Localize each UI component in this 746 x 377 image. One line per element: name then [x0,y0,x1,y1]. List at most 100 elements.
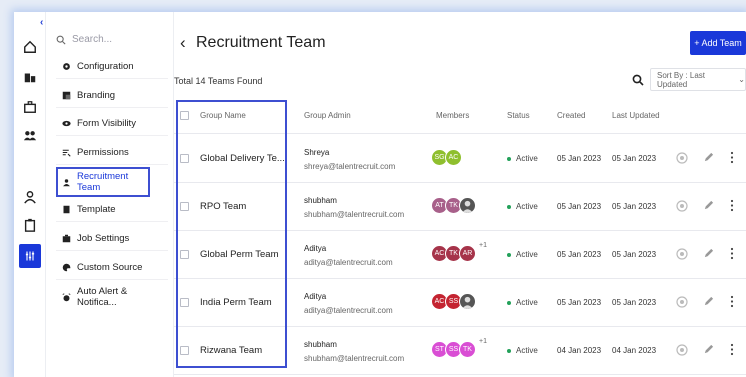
view-icon[interactable] [676,152,688,164]
created-date: 05 Jan 2023 [557,250,602,259]
admin-email: shubham@talentrecruit.com [304,210,405,219]
select-all-checkbox[interactable] [180,111,189,120]
group-name[interactable]: India Perm Team [200,297,272,308]
settings-menu: Search... Configuration Branding Form Vi… [46,12,174,377]
admin-name: Aditya [304,292,327,301]
column-header[interactable]: Last Updated [612,111,660,120]
menu-item-branding[interactable]: Branding [56,84,168,108]
main-content: ‹ Recruitment Team + Add Team Total 14 T… [174,12,746,377]
back-arrow-icon[interactable]: ‹ [180,33,186,53]
created-date: 05 Jan 2023 [557,298,602,307]
edit-pencil-icon[interactable] [703,344,714,355]
sort-label: Sort By : Last Updated [657,70,706,89]
more-members-count: +1 [479,242,487,249]
updated-date: 05 Jan 2023 [612,202,657,211]
view-icon[interactable] [676,344,688,356]
created-date: 04 Jan 2023 [557,346,602,355]
view-icon[interactable] [676,200,688,212]
menu-item-recruitment-team[interactable]: Recruitment Team [56,167,150,197]
more-vertical-icon[interactable] [727,151,737,164]
user-settings-icon[interactable] [21,188,39,206]
column-header[interactable]: Status [507,111,530,120]
group-name[interactable]: Global Delivery Te... [200,153,285,164]
more-vertical-icon[interactable] [727,199,737,212]
status-badge: Active [507,298,538,307]
briefcase-icon[interactable] [21,98,39,116]
users-icon[interactable] [21,126,39,144]
edit-pencil-icon[interactable] [703,152,714,163]
status-text: Active [516,298,538,307]
sort-dropdown[interactable]: Sort By : Last Updated ⌄ [650,68,746,91]
clipboard-icon[interactable] [21,216,39,234]
collapse-chevron-icon[interactable]: ‹ [40,17,43,28]
status-text: Active [516,202,538,211]
menu-item-label: Custom Source [77,262,143,273]
edit-pencil-icon[interactable] [703,248,714,259]
group-name[interactable]: Global Perm Team [200,249,279,260]
row-checkbox[interactable] [180,346,189,355]
avatar-photo [459,197,476,214]
status-badge: Active [507,154,538,163]
avatar: TK [459,341,476,358]
menu-item-auto-alert[interactable]: Auto Alert & Notifica... [56,285,168,309]
add-team-button[interactable]: + Add Team [690,31,746,55]
menu-item-permissions[interactable]: Permissions [56,141,168,165]
menu-item-label: Form Visibility [77,118,136,129]
avatar: AC [445,149,462,166]
admin-name: Aditya [304,244,327,253]
column-header[interactable]: Created [557,111,585,120]
menu-item-template[interactable]: Template [56,198,168,222]
group-name[interactable]: Rizwana Team [200,345,262,356]
group-name[interactable]: RPO Team [200,201,246,212]
row-checkbox[interactable] [180,202,189,211]
status-dot [507,300,511,305]
home-icon[interactable] [21,38,39,56]
menu-item-label: Recruitment Team [77,171,129,193]
table-row[interactable]: Global Delivery Te... Shreya shreya@talent… [174,135,746,183]
branding-icon [62,91,71,100]
status-text: Active [516,346,538,355]
settings-sliders-icon[interactable] [19,244,41,268]
menu-item-label: Configuration [77,61,134,72]
view-icon[interactable] [676,296,688,308]
table-row[interactable]: India Perm Team Aditya aditya@talentrecrui… [174,279,746,327]
column-header[interactable]: Members [436,111,469,120]
menu-item-job-settings[interactable]: Job Settings [56,227,168,251]
admin-name: shubham [304,196,337,205]
table-row[interactable]: Global Perm Team Aditya aditya@talentrecru… [174,231,746,279]
column-header[interactable]: Group Admin [304,111,351,120]
row-checkbox[interactable] [180,250,189,259]
edit-pencil-icon[interactable] [703,200,714,211]
status-badge: Active [507,346,538,355]
menu-item-custom-source[interactable]: Custom Source [56,256,168,280]
menu-item-form-visibility[interactable]: Form Visibility [56,112,168,136]
created-date: 05 Jan 2023 [557,202,602,211]
updated-date: 05 Jan 2023 [612,298,657,307]
column-header[interactable]: Group Name [200,111,246,120]
menu-item-label: Branding [77,90,116,101]
menu-search[interactable]: Search... [56,34,112,45]
menu-item-configuration[interactable]: Configuration [56,55,168,79]
avatar-photo [459,293,476,310]
organization-icon[interactable] [21,68,39,86]
avatar: AR [459,245,476,262]
row-checkbox[interactable] [180,154,189,163]
page-title: Recruitment Team [196,34,326,51]
view-icon[interactable] [676,248,688,260]
more-vertical-icon[interactable] [727,295,737,308]
admin-email: shubham@talentrecruit.com [304,354,405,363]
edit-pencil-icon[interactable] [703,296,714,307]
row-checkbox[interactable] [180,298,189,307]
admin-email: aditya@talentrecruit.com [304,258,393,267]
more-vertical-icon[interactable] [727,343,737,356]
updated-date: 04 Jan 2023 [612,346,657,355]
table-row[interactable]: Rizwana Team shubham shubham@talentrecruit… [174,327,746,375]
table-row[interactable]: RPO Team shubham shubham@talentrecruit.com… [174,183,746,231]
menu-item-label: Permissions [77,147,129,158]
search-icon[interactable] [632,74,644,86]
gear-icon [63,63,70,70]
more-vertical-icon[interactable] [727,247,737,260]
chevron-down-icon: ⌄ [738,75,745,84]
admin-email: aditya@talentrecruit.com [304,306,393,315]
search-placeholder: Search... [72,34,113,45]
